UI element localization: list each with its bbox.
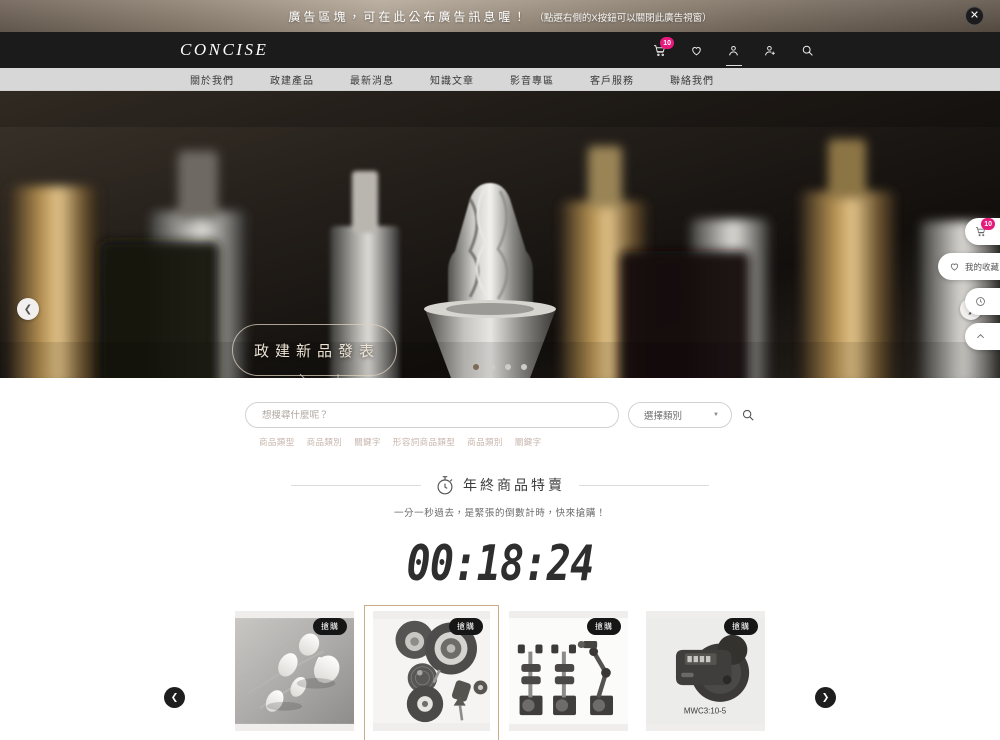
floating-action-column: 10 我的收藏 [938, 218, 1000, 350]
product-image: 搶購 [373, 611, 490, 731]
hero-dot-3[interactable] [505, 364, 511, 370]
search-tag-1[interactable]: 商品類型 [259, 436, 295, 448]
product-badge[interactable]: 搶購 [313, 618, 347, 635]
product-card[interactable]: 搶購 [227, 605, 362, 740]
ad-banner-note: （點選右側的X按鈕可以關閉此廣告視窗） [534, 12, 712, 24]
scroll-to-top-button[interactable] [965, 323, 1000, 350]
nav-item-about[interactable]: 關於我們 [172, 72, 252, 87]
search-icon[interactable] [800, 42, 815, 58]
user-add-icon[interactable] [763, 42, 778, 58]
search-tag-2[interactable]: 商品類別 [307, 436, 343, 448]
nav-item-news[interactable]: 最新消息 [332, 72, 412, 87]
floating-cart-button[interactable]: 10 [965, 218, 1000, 245]
stopwatch-icon [435, 474, 455, 496]
sale-subtitle: 一分一秒過去，是緊張的倒數計時，快來搶購！ [393, 508, 607, 519]
sale-title-group: 年終商品特賣 [435, 474, 565, 496]
hero-dot-4[interactable] [521, 364, 527, 370]
products-next-button[interactable]: ❯ [815, 687, 836, 708]
ad-banner-text: 廣告區塊，可在此公布廣告訊息喔！ （點選右側的X按鈕可以關閉此廣告視窗） [288, 8, 711, 25]
search-input[interactable] [262, 409, 602, 421]
clock-icon [976, 297, 985, 306]
site-header: CONCISE 10 [0, 32, 1000, 68]
nav-item-products[interactable]: 政建產品 [252, 72, 332, 87]
product-image-caption: MWC3:10-5 [684, 706, 727, 715]
product-image: 搶購 [509, 611, 628, 731]
search-row: 選擇類別 ▼ [245, 402, 755, 428]
header-icon-group: 10 [652, 32, 815, 68]
product-card[interactable]: 搶購 [501, 605, 636, 740]
category-select[interactable]: 選擇類別 ▼ [628, 402, 732, 428]
cart-icon[interactable]: 10 [652, 37, 674, 58]
product-image: 搶購 [235, 611, 354, 731]
main-nav: 關於我們 政建產品 最新消息 知識文章 影音專區 客戶服務 聯絡我們 [0, 68, 1000, 91]
page-root: 廣告區塊，可在此公布廣告訊息喔！ （點選右側的X按鈕可以關閉此廣告視窗） ✕ CO… [0, 0, 1000, 740]
hero-dot-2[interactable] [489, 364, 495, 370]
close-icon[interactable]: ✕ [965, 6, 984, 26]
heart-icon[interactable] [689, 42, 704, 58]
sale-section: 年終商品特賣 一分一秒過去，是緊張的倒數計時，快來搶購！ 00:18:24 [0, 474, 1000, 592]
product-badge[interactable]: 搶購 [587, 618, 621, 635]
user-icon[interactable] [726, 42, 741, 58]
floating-history-button[interactable] [965, 288, 1000, 315]
chevron-up-icon [976, 334, 985, 339]
hero-dot-1[interactable] [473, 364, 479, 370]
search-tag-5[interactable]: 商品類別 [467, 436, 503, 448]
search-submit-icon[interactable] [741, 408, 755, 422]
product-carousel: ❮ ❯ 搶購 搶購 搶購 搶購 MWC3:10-5 [0, 605, 1000, 740]
search-tag-6[interactable]: 關鍵字 [515, 436, 542, 448]
floating-favorites-button[interactable]: 我的收藏 [938, 253, 1000, 280]
search-box[interactable] [245, 402, 619, 428]
hero-carousel: 政建新品發表 ❮ ❯ [0, 91, 1000, 378]
hero-bubble-text: 政建新品發表 [253, 343, 380, 360]
category-select-value: 選擇類別 [644, 411, 683, 422]
ad-banner-main-text: 廣告區塊，可在此公布廣告訊息喔！ [288, 9, 529, 24]
hero-background-image [0, 91, 1000, 378]
floating-favorites-label: 我的收藏 [965, 261, 1000, 272]
floating-cart-badge: 10 [981, 218, 995, 230]
search-tag-3[interactable]: 關鍵字 [354, 436, 381, 448]
sale-heading-row: 年終商品特賣 [0, 474, 1000, 496]
nav-item-contact[interactable]: 聯絡我們 [652, 72, 732, 87]
hero-prev-button[interactable]: ❮ [17, 298, 39, 320]
sale-title: 年終商品特賣 [463, 477, 565, 493]
search-tag-4[interactable]: 形容詞商品類型 [393, 436, 455, 448]
product-badge[interactable]: 搶購 [449, 618, 483, 635]
product-card[interactable]: 搶購 [364, 605, 499, 740]
chevron-down-icon: ▼ [713, 412, 719, 418]
site-logo[interactable]: CONCISE [180, 40, 268, 60]
cart-badge: 10 [660, 37, 674, 49]
divider-left [291, 484, 421, 486]
search-tag-list: 商品類型 商品類別 關鍵字 形容詞商品類型 商品類別 關鍵字 [245, 436, 755, 448]
nav-item-articles[interactable]: 知識文章 [412, 72, 492, 87]
product-image: 搶購 MWC3:10-5 [646, 611, 765, 731]
products-prev-button[interactable]: ❮ [164, 687, 185, 708]
divider-right [579, 484, 709, 486]
product-card[interactable]: 搶購 MWC3:10-5 [638, 605, 773, 740]
search-section: 選擇類別 ▼ [0, 378, 1000, 428]
hero-dots [0, 364, 1000, 370]
product-badge[interactable]: 搶購 [724, 618, 758, 635]
ad-banner: 廣告區塊，可在此公布廣告訊息喔！ （點選右側的X按鈕可以關閉此廣告視窗） ✕ [0, 0, 1000, 32]
countdown-timer: 00:18:24 [406, 535, 595, 592]
nav-item-service[interactable]: 客戶服務 [572, 72, 652, 87]
hero-bubble-tail [299, 373, 339, 378]
nav-item-media[interactable]: 影音專區 [492, 72, 572, 87]
